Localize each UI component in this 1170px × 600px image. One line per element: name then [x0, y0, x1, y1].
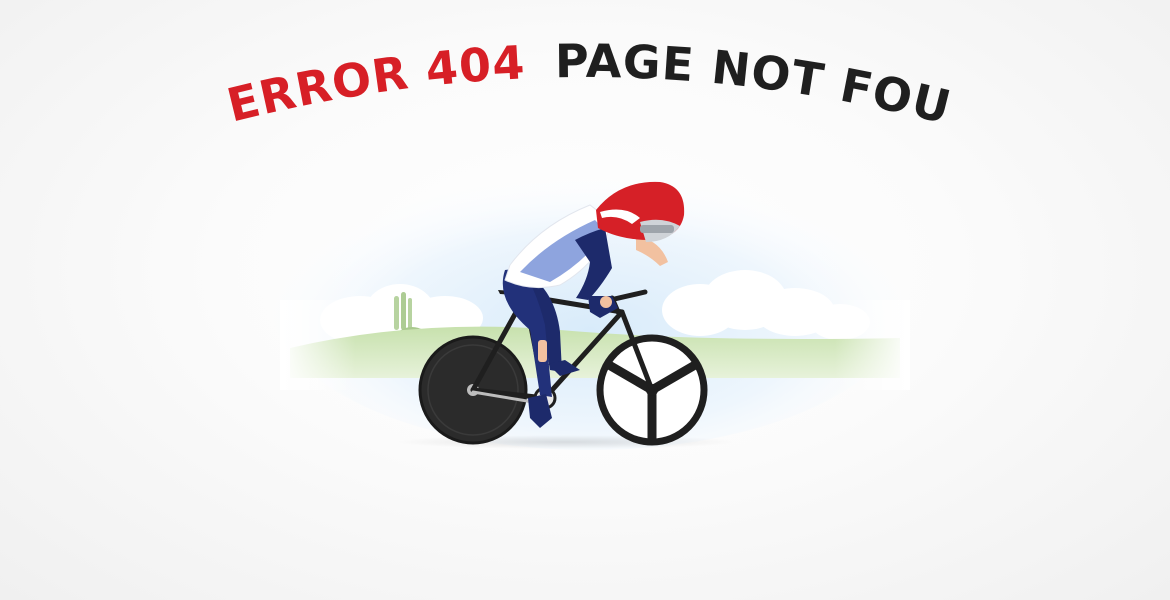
cyclist-illustration [0, 0, 1170, 600]
scene-svg [270, 150, 910, 450]
error-page: ERROR 404 PAGE NOT FOUND [0, 0, 1170, 600]
